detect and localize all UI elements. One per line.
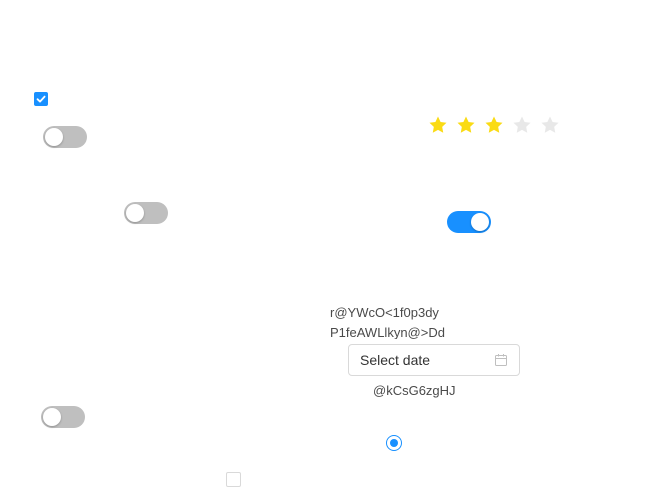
- checkbox-unchecked[interactable]: [226, 472, 241, 487]
- check-icon: [36, 95, 46, 103]
- calendar-icon: [495, 354, 507, 366]
- toggle-switch-2[interactable]: [124, 202, 168, 224]
- toggle-switch-1[interactable]: [43, 126, 87, 148]
- star-icon[interactable]: [456, 115, 476, 135]
- switch-knob: [126, 204, 144, 222]
- toggle-switch-4[interactable]: [41, 406, 85, 428]
- date-picker-placeholder: Select date: [360, 352, 431, 368]
- radio-dot: [390, 439, 398, 447]
- switch-knob: [45, 128, 63, 146]
- star-icon[interactable]: [484, 115, 504, 135]
- text-line-2: P1feAWLlkyn@>Dd: [330, 325, 445, 339]
- star-icon[interactable]: [428, 115, 448, 135]
- radio-button[interactable]: [386, 435, 402, 451]
- checkbox-checked[interactable]: [34, 92, 48, 106]
- text-block: r@YWcO<1f0p3dy P1feAWLlkyn@>Dd: [330, 303, 530, 339]
- star-icon[interactable]: [512, 115, 532, 135]
- switch-knob: [43, 408, 61, 426]
- date-picker[interactable]: Select date: [348, 344, 520, 376]
- toggle-switch-3[interactable]: [447, 211, 491, 233]
- switch-knob: [471, 213, 489, 231]
- text-line-1: r@YWcO<1f0p3dy: [330, 305, 439, 320]
- plain-text: @kCsG6zgHJ: [373, 383, 456, 398]
- star-rating[interactable]: [428, 115, 560, 135]
- star-icon[interactable]: [540, 115, 560, 135]
